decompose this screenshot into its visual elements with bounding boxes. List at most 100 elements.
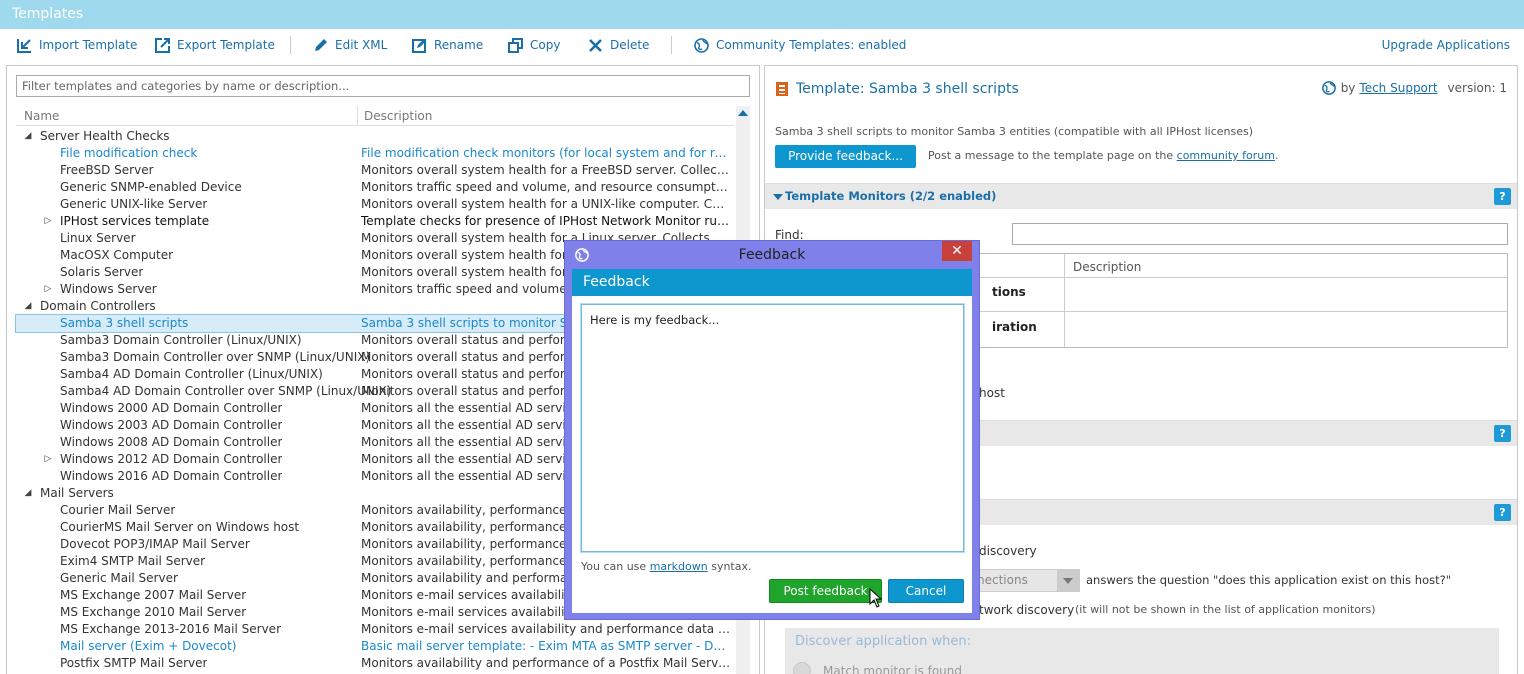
match-monitor-radio[interactable] [793,662,811,674]
provide-feedback-button[interactable]: Provide feedback... [775,145,916,168]
name-column-header[interactable]: Name [24,109,59,123]
edit-xml-label: Edit XML [335,38,388,52]
monitor-name-2[interactable]: iration [992,320,1037,334]
template-name: CourierMS Mail Server on Windows host [60,520,300,534]
copy-button[interactable]: Copy [507,29,560,61]
post-feedback-button[interactable]: Post feedback [769,579,882,603]
upgrade-applications-link[interactable]: Upgrade Applications [1382,29,1510,61]
copy-label: Copy [530,38,561,52]
window-title: Templates [0,0,1524,29]
collapse-arrow-icon[interactable]: ◢ [22,128,34,145]
by-label: by [1340,81,1356,95]
md-suffix: syntax. [711,560,752,573]
delete-button[interactable]: Delete [587,29,649,61]
import-icon [16,37,33,54]
markdown-link[interactable]: markdown [650,560,708,573]
template-description: Monitors traffic speed and volume, and r… [361,180,731,194]
community-templates-button[interactable]: Community Templates: enabled [693,29,906,61]
help-icon[interactable]: ? [1494,425,1511,442]
description-column-header: Description [1073,260,1142,274]
template-name: Generic SNMP-enabled Device [60,180,242,194]
collapse-arrow-icon[interactable]: ◢ [22,485,34,502]
tree-item-row[interactable]: ▷ IPHost services template Template checks… [16,213,734,230]
template-description: Monitors overall system health for a Fre… [361,163,731,177]
discover-application-box: Discover application when: Match monitor… [785,628,1499,674]
template-name: Windows 2008 AD Domain Controller [60,435,283,449]
template-title: Template: Samba 3 shell scripts [796,81,1019,97]
delete-label: Delete [610,38,650,52]
community-forum-link[interactable]: community forum [1177,149,1275,162]
tree-item-row[interactable]: Mail server (Exim + Dovecot) Basic mail s… [16,638,734,655]
column-header: Name Description [16,106,734,126]
template-name: Windows 2000 AD Domain Controller [60,401,283,415]
community-forum-note: Post a message to the template page on t… [928,149,1279,162]
template-name: File modification check [60,146,198,160]
discover-title: Discover application when: [795,634,971,649]
template-name: Dovecot POP3/IMAP Mail Server [60,537,250,551]
collapse-arrow-icon[interactable] [773,194,783,200]
tree-item-row[interactable]: Postfix SMTP Mail Server Monitors availab… [16,655,734,672]
match-monitor-dropdown[interactable]: nections [972,569,1080,592]
globe-icon [1321,80,1337,96]
cancel-button[interactable]: Cancel [888,579,964,603]
dropdown-value: nections [977,573,1028,587]
rename-label: Rename [434,38,484,52]
template-name: Postfix SMTP Mail Server [60,656,208,670]
monitor-name-1[interactable]: tions [992,285,1026,299]
globe-icon [693,37,710,54]
template-name: Courier Mail Server [60,503,176,517]
expand-arrow-icon[interactable]: ▷ [42,451,54,468]
template-description: File modification check monitors (for lo… [361,146,731,160]
help-icon[interactable]: ? [1494,188,1511,205]
author-link[interactable]: Tech Support [1359,81,1437,95]
tree-item-row[interactable]: File modification check File modification… [16,145,734,162]
feedback-dialog: Feedback ✕ Feedback Here is my feedback.… [564,240,980,620]
rename-button[interactable]: Rename [411,29,483,61]
template-name: MS Exchange 2010 Mail Server [60,605,247,619]
tree-category-row[interactable]: ◢ Server Health Checks [16,128,734,145]
tree-item-row[interactable]: Generic SNMP-enabled Device Monitors traf… [16,179,734,196]
table-divider [1064,254,1065,347]
help-icon[interactable]: ? [1494,504,1511,521]
template-name: Samba4 AD Domain Controller (Linux/UNIX) [60,367,323,381]
export-template-button[interactable]: Export Template [154,29,275,61]
community-label: Community Templates: enabled [716,38,907,52]
mouse-cursor-icon [869,588,883,608]
template-name: Windows Server [60,282,157,296]
template-name: MS Exchange 2007 Mail Server [60,588,247,602]
tree-item-row[interactable]: Generic UNIX-like Server Monitors overall… [16,196,734,213]
tree-item-row[interactable]: FreeBSD Server Monitors overall system he… [16,162,734,179]
template-description: Samba 3 shell scripts to monitor Samba 3… [775,125,1254,138]
dialog-title: Feedback [738,247,806,263]
chevron-down-icon[interactable] [1057,570,1079,591]
template-name: Generic UNIX-like Server [60,197,208,211]
expand-arrow-icon[interactable]: ▷ [42,281,54,298]
dialog-header: Feedback [572,269,972,296]
expand-arrow-icon[interactable]: ▷ [42,213,54,230]
column-divider[interactable] [357,106,358,126]
find-input[interactable] [1012,223,1508,245]
scroll-up-arrow-icon[interactable] [738,110,748,116]
template-name: Solaris Server [60,265,144,279]
post-msg-prefix: Post a message to the template page on t… [928,149,1174,162]
import-label: Import Template [39,38,138,52]
import-template-button[interactable]: Import Template [16,29,137,61]
template-monitors-section-header[interactable]: Template Monitors (2/2 enabled) ? [765,183,1517,209]
description-column-header[interactable]: Description [364,109,432,123]
template-name: Exim4 SMTP Mail Server [60,554,206,568]
filter-input[interactable]: Filter templates and categories by name … [16,75,750,97]
export-label: Export Template [177,38,275,52]
template-name: MacOSX Computer [60,248,174,262]
dialog-body: Feedback Here is my feedback... You can … [572,269,972,613]
template-name: Samba3 Domain Controller over SNMP (Linu… [60,350,371,364]
template-name: Samba3 Domain Controller (Linux/UNIX) [60,333,302,347]
template-name: Windows 2016 AD Domain Controller [60,469,283,483]
toolbar-divider [290,36,291,54]
close-button[interactable]: ✕ [942,241,972,261]
delete-icon [587,37,604,54]
tree-item-row[interactable]: MS Exchange 2013-2016 Mail Server Monitor… [16,621,734,638]
feedback-textarea[interactable]: Here is my feedback... [581,304,964,552]
collapse-arrow-icon[interactable]: ◢ [22,298,34,315]
pencil-icon [312,37,329,54]
edit-xml-button[interactable]: Edit XML [312,29,387,61]
